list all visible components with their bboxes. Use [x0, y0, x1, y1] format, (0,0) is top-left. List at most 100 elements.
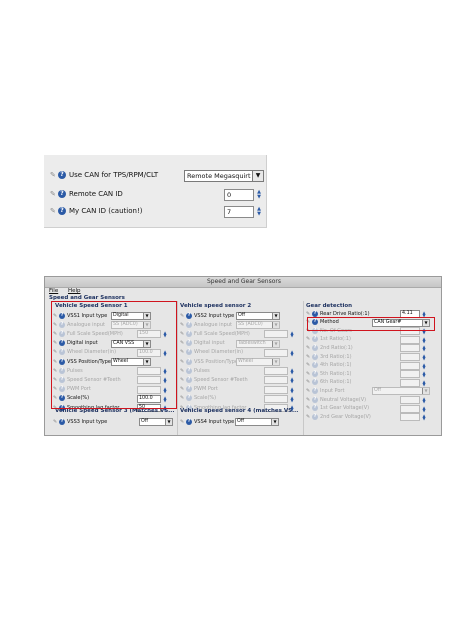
field-label: Digital input [194, 340, 225, 347]
menu-help[interactable]: Help [68, 288, 81, 294]
vss2-row: ✎? Scale(%) [180, 394, 216, 403]
spinner-arrows-icon[interactable]: ▲ ▼ [421, 397, 427, 404]
spinner-arrows-icon[interactable]: ▲ ▼ [255, 190, 263, 200]
field-spinner: ▲ ▼ [264, 330, 294, 339]
help-icon[interactable]: ? [186, 376, 192, 383]
vss2-row: ✎? Speed Sensor #Teeth [180, 375, 248, 384]
spinner-arrows-icon[interactable]: ▲ ▼ [289, 349, 295, 356]
highlight-vss1 [51, 301, 177, 409]
pencil-icon: ✎ [53, 418, 58, 425]
spinner-arrows-icon[interactable]: ▲ ▼ [421, 414, 427, 421]
help-icon[interactable]: ? [186, 340, 192, 347]
vss2-title: Vehicle speed sensor 2 [180, 303, 252, 309]
menu-bar: File Help [45, 287, 441, 295]
help-icon[interactable]: ? [312, 396, 318, 403]
field-label: VSS2 Input type [194, 312, 235, 319]
help-icon[interactable]: ? [312, 379, 318, 386]
chevron-down-icon[interactable]: ▼ [272, 322, 279, 329]
help-icon[interactable]: ? [186, 312, 192, 319]
help-icon[interactable]: ? [186, 349, 192, 356]
field-label: VSS Position/Type [194, 358, 238, 365]
spinner-arrows-icon[interactable]: ▲ ▼ [421, 354, 427, 361]
pencil-icon: ✎ [306, 362, 311, 369]
field-label: Neutral Voltage(V) [320, 396, 367, 403]
pencil-icon: ✎ [50, 207, 56, 215]
spinner-arrows-icon[interactable]: ▲ ▼ [289, 386, 295, 393]
spinner-arrows-icon[interactable]: ▲ ▼ [289, 368, 295, 375]
help-icon[interactable]: ? [312, 353, 318, 360]
field-label: Speed Sensor #Teeth [194, 376, 248, 383]
vss2-row: ✎? Pulses [180, 366, 210, 375]
pencil-icon: ✎ [180, 395, 185, 402]
help-icon[interactable]: ? [186, 321, 192, 328]
chevron-down-icon[interactable]: ▼ [272, 340, 279, 347]
spinner-arrows-icon[interactable]: ▲ ▼ [421, 379, 427, 386]
remote-can-id-input[interactable]: 0 ▲ ▼ [224, 189, 261, 201]
menu-file[interactable]: File [49, 288, 58, 294]
vss4-input-row: ✎ ? VSS4 Input type [180, 417, 234, 426]
help-icon[interactable]: ? [186, 418, 192, 425]
help-icon[interactable]: ? [312, 336, 318, 343]
field-label: Input Port [320, 387, 345, 394]
spinner-arrows-icon[interactable]: ▲ ▼ [421, 362, 427, 369]
help-icon[interactable]: ? [58, 190, 66, 198]
help-icon[interactable]: ? [312, 413, 318, 420]
help-icon[interactable]: ? [59, 418, 65, 425]
pencil-icon: ✎ [306, 336, 311, 343]
field-value: Off [238, 313, 246, 318]
vss4-input-dropdown[interactable]: Off ▼ [235, 418, 279, 426]
spinner-arrows-icon[interactable]: ▲ ▼ [289, 377, 295, 384]
pencil-icon: ✎ [180, 330, 185, 337]
pencil-icon: ✎ [180, 418, 185, 425]
chevron-down-icon[interactable]: ▼ [422, 388, 429, 395]
help-icon[interactable]: ? [186, 330, 192, 337]
pencil-icon: ✎ [180, 358, 185, 365]
use-can-value: Remote Megasquirt [187, 172, 251, 180]
remote-can-id-value: 0 [227, 191, 232, 199]
help-icon[interactable]: ? [58, 171, 66, 179]
help-icon[interactable]: ? [312, 370, 318, 377]
my-can-id-input[interactable]: 7 ▲ ▼ [224, 206, 261, 218]
spinner-arrows-icon[interactable]: ▲ ▼ [289, 331, 295, 338]
chevron-down-icon[interactable]: ▼ [272, 359, 279, 365]
vss3-input-dropdown[interactable]: Off ▼ [139, 418, 173, 426]
help-icon[interactable]: ? [58, 207, 66, 215]
field-spinner: ▲ ▼ [400, 335, 426, 344]
help-icon[interactable]: ? [186, 367, 192, 374]
chevron-down-icon[interactable]: ▼ [165, 419, 172, 425]
field-label: 5th Ratio(:1) [320, 370, 352, 377]
help-icon[interactable]: ? [312, 405, 318, 412]
field-dropdown[interactable]: Off ▼ [236, 312, 280, 320]
spinner-arrows-icon[interactable]: ▲ ▼ [255, 207, 263, 217]
pencil-icon: ✎ [306, 405, 311, 412]
divider [177, 301, 178, 435]
field-value: Wheel [238, 359, 254, 364]
chevron-down-icon[interactable]: ▼ [272, 313, 279, 319]
help-icon[interactable]: ? [312, 344, 318, 351]
pencil-icon: ✎ [306, 379, 311, 386]
field-spinner: ▲ ▼ [264, 376, 294, 385]
spinner-arrows-icon[interactable]: ▲ ▼ [289, 395, 295, 402]
field-spinner: ▲ ▼ [400, 396, 426, 404]
chevron-down-icon[interactable]: ▼ [271, 419, 278, 425]
spinner-arrows-icon[interactable]: ▲ ▼ [421, 405, 427, 412]
field-spinner: ▲ ▼ [400, 404, 426, 413]
pencil-icon: ✎ [180, 349, 185, 356]
pencil-icon: ✎ [306, 387, 311, 394]
spinner-arrows-icon[interactable]: ▲ ▼ [421, 345, 427, 352]
help-icon[interactable]: ? [312, 387, 318, 394]
chevron-down-icon[interactable]: ▼ [252, 171, 263, 181]
help-icon[interactable]: ? [312, 362, 318, 369]
pencil-icon: ✎ [180, 367, 185, 374]
field-dropdown: Off ▼ [372, 387, 430, 396]
vss3-input-row: ✎ ? VSS3 Input type [53, 417, 107, 426]
use-can-dropdown[interactable]: Remote Megasquirt ▼ [184, 170, 264, 182]
spinner-arrows-icon[interactable]: ▲ ▼ [421, 371, 427, 378]
divider [303, 301, 304, 435]
spinner-arrows-icon[interactable]: ▲ ▼ [421, 336, 427, 343]
help-icon[interactable]: ? [186, 358, 192, 365]
help-icon[interactable]: ? [312, 310, 318, 317]
help-icon[interactable]: ? [186, 395, 192, 402]
field-value: Tableswitch [238, 340, 266, 346]
help-icon[interactable]: ? [186, 386, 192, 393]
